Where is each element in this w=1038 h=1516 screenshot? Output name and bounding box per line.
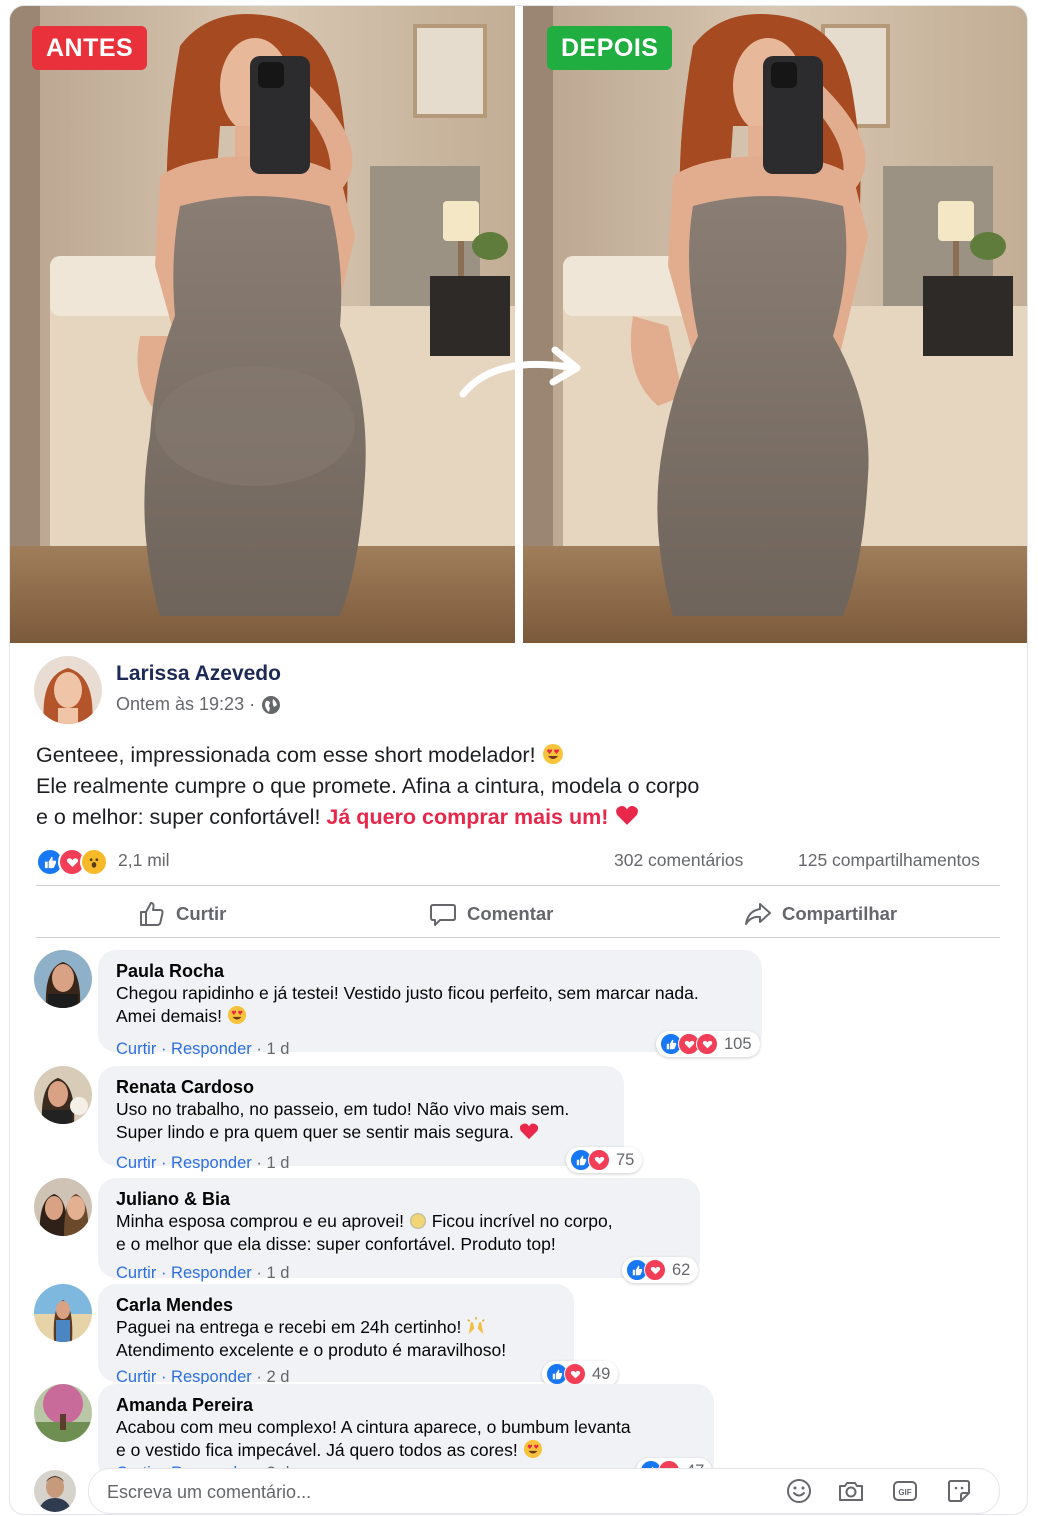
gif-icon[interactable]: GIF xyxy=(891,1477,919,1505)
comment-input-box[interactable]: GIF xyxy=(88,1468,1000,1514)
comment-bubble-icon xyxy=(430,904,456,926)
raised-hands-emoji-icon xyxy=(467,1316,485,1335)
before-after-arrow-icon xyxy=(459,346,581,398)
post-text-line2: Ele realmente cumpre o que promete. Afin… xyxy=(36,774,700,798)
share-label: Compartilhar xyxy=(782,903,898,924)
comment-reaction-count: 75 xyxy=(616,1150,635,1169)
post-stats: 2,1 mil 302 comentários 125 compartilham… xyxy=(36,846,998,876)
commenter-name[interactable]: Amanda Pereira xyxy=(116,1394,696,1416)
comment-bubble: Renata Cardoso Uso no trabalho, no passe… xyxy=(98,1066,624,1166)
post-actions: Curtir Comentar Compartilhar xyxy=(36,890,1000,938)
love-reaction-icon xyxy=(564,1363,586,1385)
commenter-name[interactable]: Juliano & Bia xyxy=(116,1188,682,1210)
comment-text: Uso no trabalho, no passeio, em tudo! Nã… xyxy=(116,1099,570,1142)
post-timestamp[interactable]: Ontem às 19:23 · xyxy=(116,694,255,715)
comment-meta: Curtir · Responder · 1 d xyxy=(116,1264,290,1282)
before-badge: ANTES xyxy=(32,26,148,70)
shares-count[interactable]: 125 compartilhamentos xyxy=(798,850,980,871)
post-meta: Ontem às 19:23 · xyxy=(116,694,281,715)
divider xyxy=(36,885,1000,886)
comment-reactions[interactable]: 105 xyxy=(656,1031,760,1057)
grinning-emoji-icon xyxy=(409,1212,427,1230)
commenter-avatar[interactable] xyxy=(34,1284,92,1342)
red-heart-emoji-icon xyxy=(519,1123,538,1140)
globe-icon xyxy=(262,695,281,714)
comment-text: Chegou rapidinho e já testei! Vestido ju… xyxy=(116,983,699,1026)
comment-like-link[interactable]: Curtir xyxy=(116,1040,156,1058)
comment-reply-link[interactable]: Responder xyxy=(171,1040,252,1058)
comment-reaction-count: 49 xyxy=(592,1364,611,1383)
love-reaction-icon xyxy=(588,1149,610,1171)
post-text-line3: e o melhor: super confortável! xyxy=(36,805,321,829)
heart-eyes-emoji-icon xyxy=(227,1005,246,1025)
current-user-avatar[interactable] xyxy=(34,1470,76,1512)
divider xyxy=(36,937,1000,938)
love-reaction-icon xyxy=(696,1033,718,1055)
photo-divider xyxy=(515,6,523,643)
heart-eyes-emoji-icon xyxy=(523,1439,542,1459)
post-text-highlight: Já quero comprar mais um! xyxy=(326,805,609,829)
camera-icon[interactable] xyxy=(837,1477,865,1505)
after-badge: DEPOIS xyxy=(547,26,673,70)
post-text-line1: Genteee, impressionada com esse short mo… xyxy=(36,743,536,767)
comment-reaction-count: 62 xyxy=(672,1260,691,1279)
heart-eyes-emoji-icon xyxy=(542,744,563,764)
author-name[interactable]: Larissa Azevedo xyxy=(116,662,281,686)
comment-meta: Curtir · Responder · 1 d xyxy=(116,1154,290,1172)
reactions-count[interactable]: 2,1 mil xyxy=(118,850,170,871)
love-reaction-icon xyxy=(644,1259,666,1281)
svg-text:GIF: GIF xyxy=(898,1488,911,1497)
comment-label: Comentar xyxy=(467,903,554,924)
commenter-avatar[interactable] xyxy=(34,1384,92,1442)
commenter-name[interactable]: Carla Mendes xyxy=(116,1294,556,1316)
before-photo[interactable]: ANTES xyxy=(10,6,515,643)
post-header: Larissa Azevedo Ontem às 19:23 · xyxy=(34,656,934,726)
commenter-name[interactable]: Paula Rocha xyxy=(116,960,744,982)
commenter-avatar[interactable] xyxy=(34,1066,92,1124)
comment-text: Minha esposa comprou e eu aprovei! Ficou… xyxy=(116,1211,613,1254)
comment-text: Acabou com meu complexo! A cintura apare… xyxy=(116,1417,631,1460)
comment-reply-link[interactable]: Responder xyxy=(171,1154,252,1172)
post-text: Genteee, impressionada com esse short mo… xyxy=(36,740,976,833)
emoji-smiley-icon[interactable] xyxy=(785,1477,813,1505)
share-arrow-icon xyxy=(745,903,771,925)
like-button[interactable]: Curtir xyxy=(138,890,226,938)
reaction-icons[interactable] xyxy=(36,848,108,876)
sticker-icon[interactable] xyxy=(945,1477,973,1505)
comment-input[interactable] xyxy=(105,1469,749,1514)
post-card: ANTES DEPOIS Larissa Azevedo Ontem às 19… xyxy=(10,6,1027,1514)
thumbs-up-icon xyxy=(140,902,164,926)
red-heart-emoji-icon xyxy=(616,806,639,825)
comment-composer: GIF xyxy=(34,1468,1004,1514)
comment-text: Paguei na entrega e recebi em 24h certin… xyxy=(116,1316,507,1360)
comment-like-link[interactable]: Curtir xyxy=(116,1154,156,1172)
wow-reaction-icon xyxy=(80,848,108,876)
comment-reply-link[interactable]: Responder xyxy=(171,1264,252,1282)
commenter-avatar[interactable] xyxy=(34,1178,92,1236)
comment-time: · 1 d xyxy=(256,1264,290,1282)
comment-button[interactable]: Comentar xyxy=(429,890,553,938)
like-label: Curtir xyxy=(176,903,227,924)
comment-reactions[interactable]: 75 xyxy=(566,1147,643,1173)
comment-reaction-count: 105 xyxy=(724,1034,752,1053)
comment-bubble: Juliano & Bia Minha esposa comprou e eu … xyxy=(98,1178,700,1278)
comment-time: · 1 d xyxy=(256,1040,290,1058)
author-avatar[interactable] xyxy=(34,656,102,724)
commenter-avatar[interactable] xyxy=(34,950,92,1008)
comments-count[interactable]: 302 comentários xyxy=(614,850,743,871)
comment-meta: Curtir · Responder · 1 d xyxy=(116,1040,290,1058)
share-button[interactable]: Compartilhar xyxy=(744,890,897,938)
comment-time: · 1 d xyxy=(256,1154,290,1172)
after-photo[interactable]: DEPOIS xyxy=(523,6,1027,643)
commenter-name[interactable]: Renata Cardoso xyxy=(116,1076,606,1098)
comment-like-link[interactable]: Curtir xyxy=(116,1264,156,1282)
comment-reactions[interactable]: 62 xyxy=(622,1257,699,1283)
